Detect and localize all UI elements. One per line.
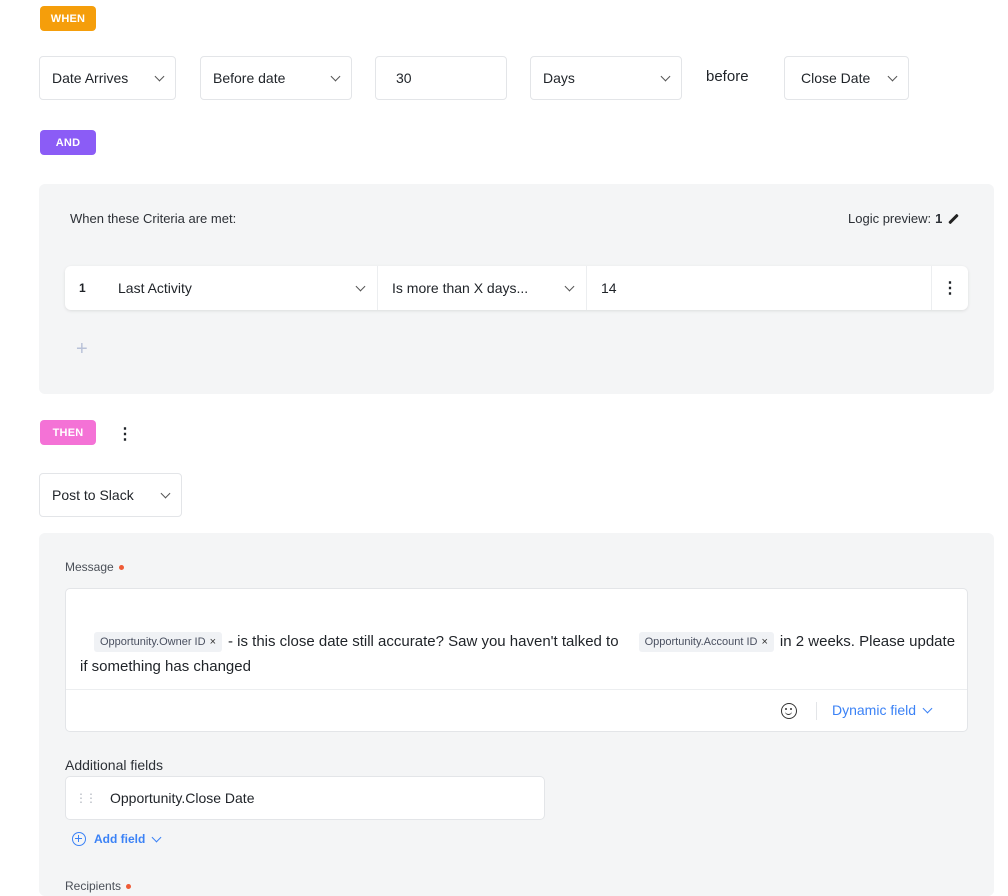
dynamic-field-label: Dynamic field xyxy=(832,702,917,718)
unit-select[interactable]: Days xyxy=(530,56,682,100)
event-select[interactable]: Date Arrives xyxy=(39,56,176,100)
criteria-field-select[interactable]: Last Activity xyxy=(118,266,376,310)
required-indicator xyxy=(126,884,132,890)
chevron-down-icon xyxy=(564,281,575,291)
criteria-value-input[interactable]: 14 xyxy=(586,266,930,310)
row-more-menu-icon[interactable]: ⋮ xyxy=(931,266,968,310)
message-label-text: Message xyxy=(65,560,114,574)
and-tag: AND xyxy=(40,130,96,155)
chevron-down-icon xyxy=(922,703,933,713)
add-criteria-button[interactable]: + xyxy=(76,338,88,361)
chevron-down-icon xyxy=(151,832,162,842)
additional-fields-label: Additional fields xyxy=(65,757,164,773)
remove-chip-icon[interactable]: × xyxy=(761,636,767,648)
chevron-down-icon xyxy=(355,281,366,291)
chevron-down-icon xyxy=(154,71,165,81)
additional-field-label: Opportunity.Close Date xyxy=(110,790,255,806)
drag-handle-icon[interactable]: ⋮⋮ xyxy=(75,792,97,804)
required-indicator xyxy=(118,565,124,571)
logic-preview-value: 1 xyxy=(935,211,943,226)
date-field-label: Close Date xyxy=(801,70,871,86)
amount-value: 30 xyxy=(396,70,412,86)
chip-label: Opportunity.Owner ID xyxy=(100,636,206,648)
action-type-select[interactable]: Post to Slack xyxy=(39,473,182,517)
dynamic-field-chip[interactable]: Opportunity.Owner ID × xyxy=(94,632,222,652)
event-select-label: Date Arrives xyxy=(52,70,129,86)
then-tag: THEN xyxy=(40,420,96,445)
chevron-down-icon xyxy=(887,71,898,81)
criteria-operator-label: Is more than X days... xyxy=(392,280,529,296)
recipients-label: Recipients xyxy=(65,879,132,893)
message-editor[interactable]: Opportunity.Owner ID × - is this close dat… xyxy=(65,588,968,732)
when-tag: WHEN xyxy=(40,6,96,31)
chevron-down-icon xyxy=(660,71,671,81)
chevron-down-icon xyxy=(330,71,341,81)
dynamic-field-button[interactable]: Dynamic field xyxy=(832,702,933,718)
toolbar-divider xyxy=(816,702,817,720)
chip-label: Opportunity.Account ID xyxy=(644,636,758,648)
dynamic-field-chip[interactable]: Opportunity.Account ID × xyxy=(638,632,774,652)
criteria-row-number: 1 xyxy=(79,281,86,295)
date-field-select[interactable]: Close Date xyxy=(784,56,909,100)
logic-preview[interactable]: Logic preview: 1 xyxy=(848,211,960,226)
timing-select[interactable]: Before date xyxy=(200,56,352,100)
plus-circle-icon xyxy=(72,832,86,846)
message-label: Message xyxy=(65,560,124,574)
timing-select-label: Before date xyxy=(213,70,286,86)
unit-select-label: Days xyxy=(543,70,575,86)
amount-input[interactable]: 30 xyxy=(375,56,507,100)
relation-text: before xyxy=(706,68,749,85)
additional-field-item[interactable]: ⋮⋮ Opportunity.Close Date xyxy=(65,776,545,820)
message-toolbar: Dynamic field xyxy=(66,689,967,732)
criteria-field-label: Last Activity xyxy=(118,280,192,296)
message-text-part: - is this close date still accurate? Saw… xyxy=(228,633,619,650)
add-field-button[interactable]: Add field xyxy=(72,832,162,846)
chevron-down-icon xyxy=(160,488,171,498)
action-type-label: Post to Slack xyxy=(52,487,134,503)
emoji-icon[interactable] xyxy=(781,703,797,719)
criteria-row: 1 Last Activity Is more than X days... 1… xyxy=(65,266,968,310)
criteria-value: 14 xyxy=(601,280,617,296)
add-field-label: Add field xyxy=(94,832,146,846)
recipients-label-text: Recipients xyxy=(65,879,122,893)
remove-chip-icon[interactable]: × xyxy=(210,636,216,648)
criteria-operator-select[interactable]: Is more than X days... xyxy=(377,266,585,310)
then-more-menu-icon[interactable]: ⋮ xyxy=(117,424,133,444)
logic-preview-label: Logic preview: xyxy=(848,211,932,226)
message-text[interactable]: Opportunity.Owner ID × - is this close dat… xyxy=(80,629,960,679)
criteria-title: When these Criteria are met: xyxy=(70,211,237,226)
